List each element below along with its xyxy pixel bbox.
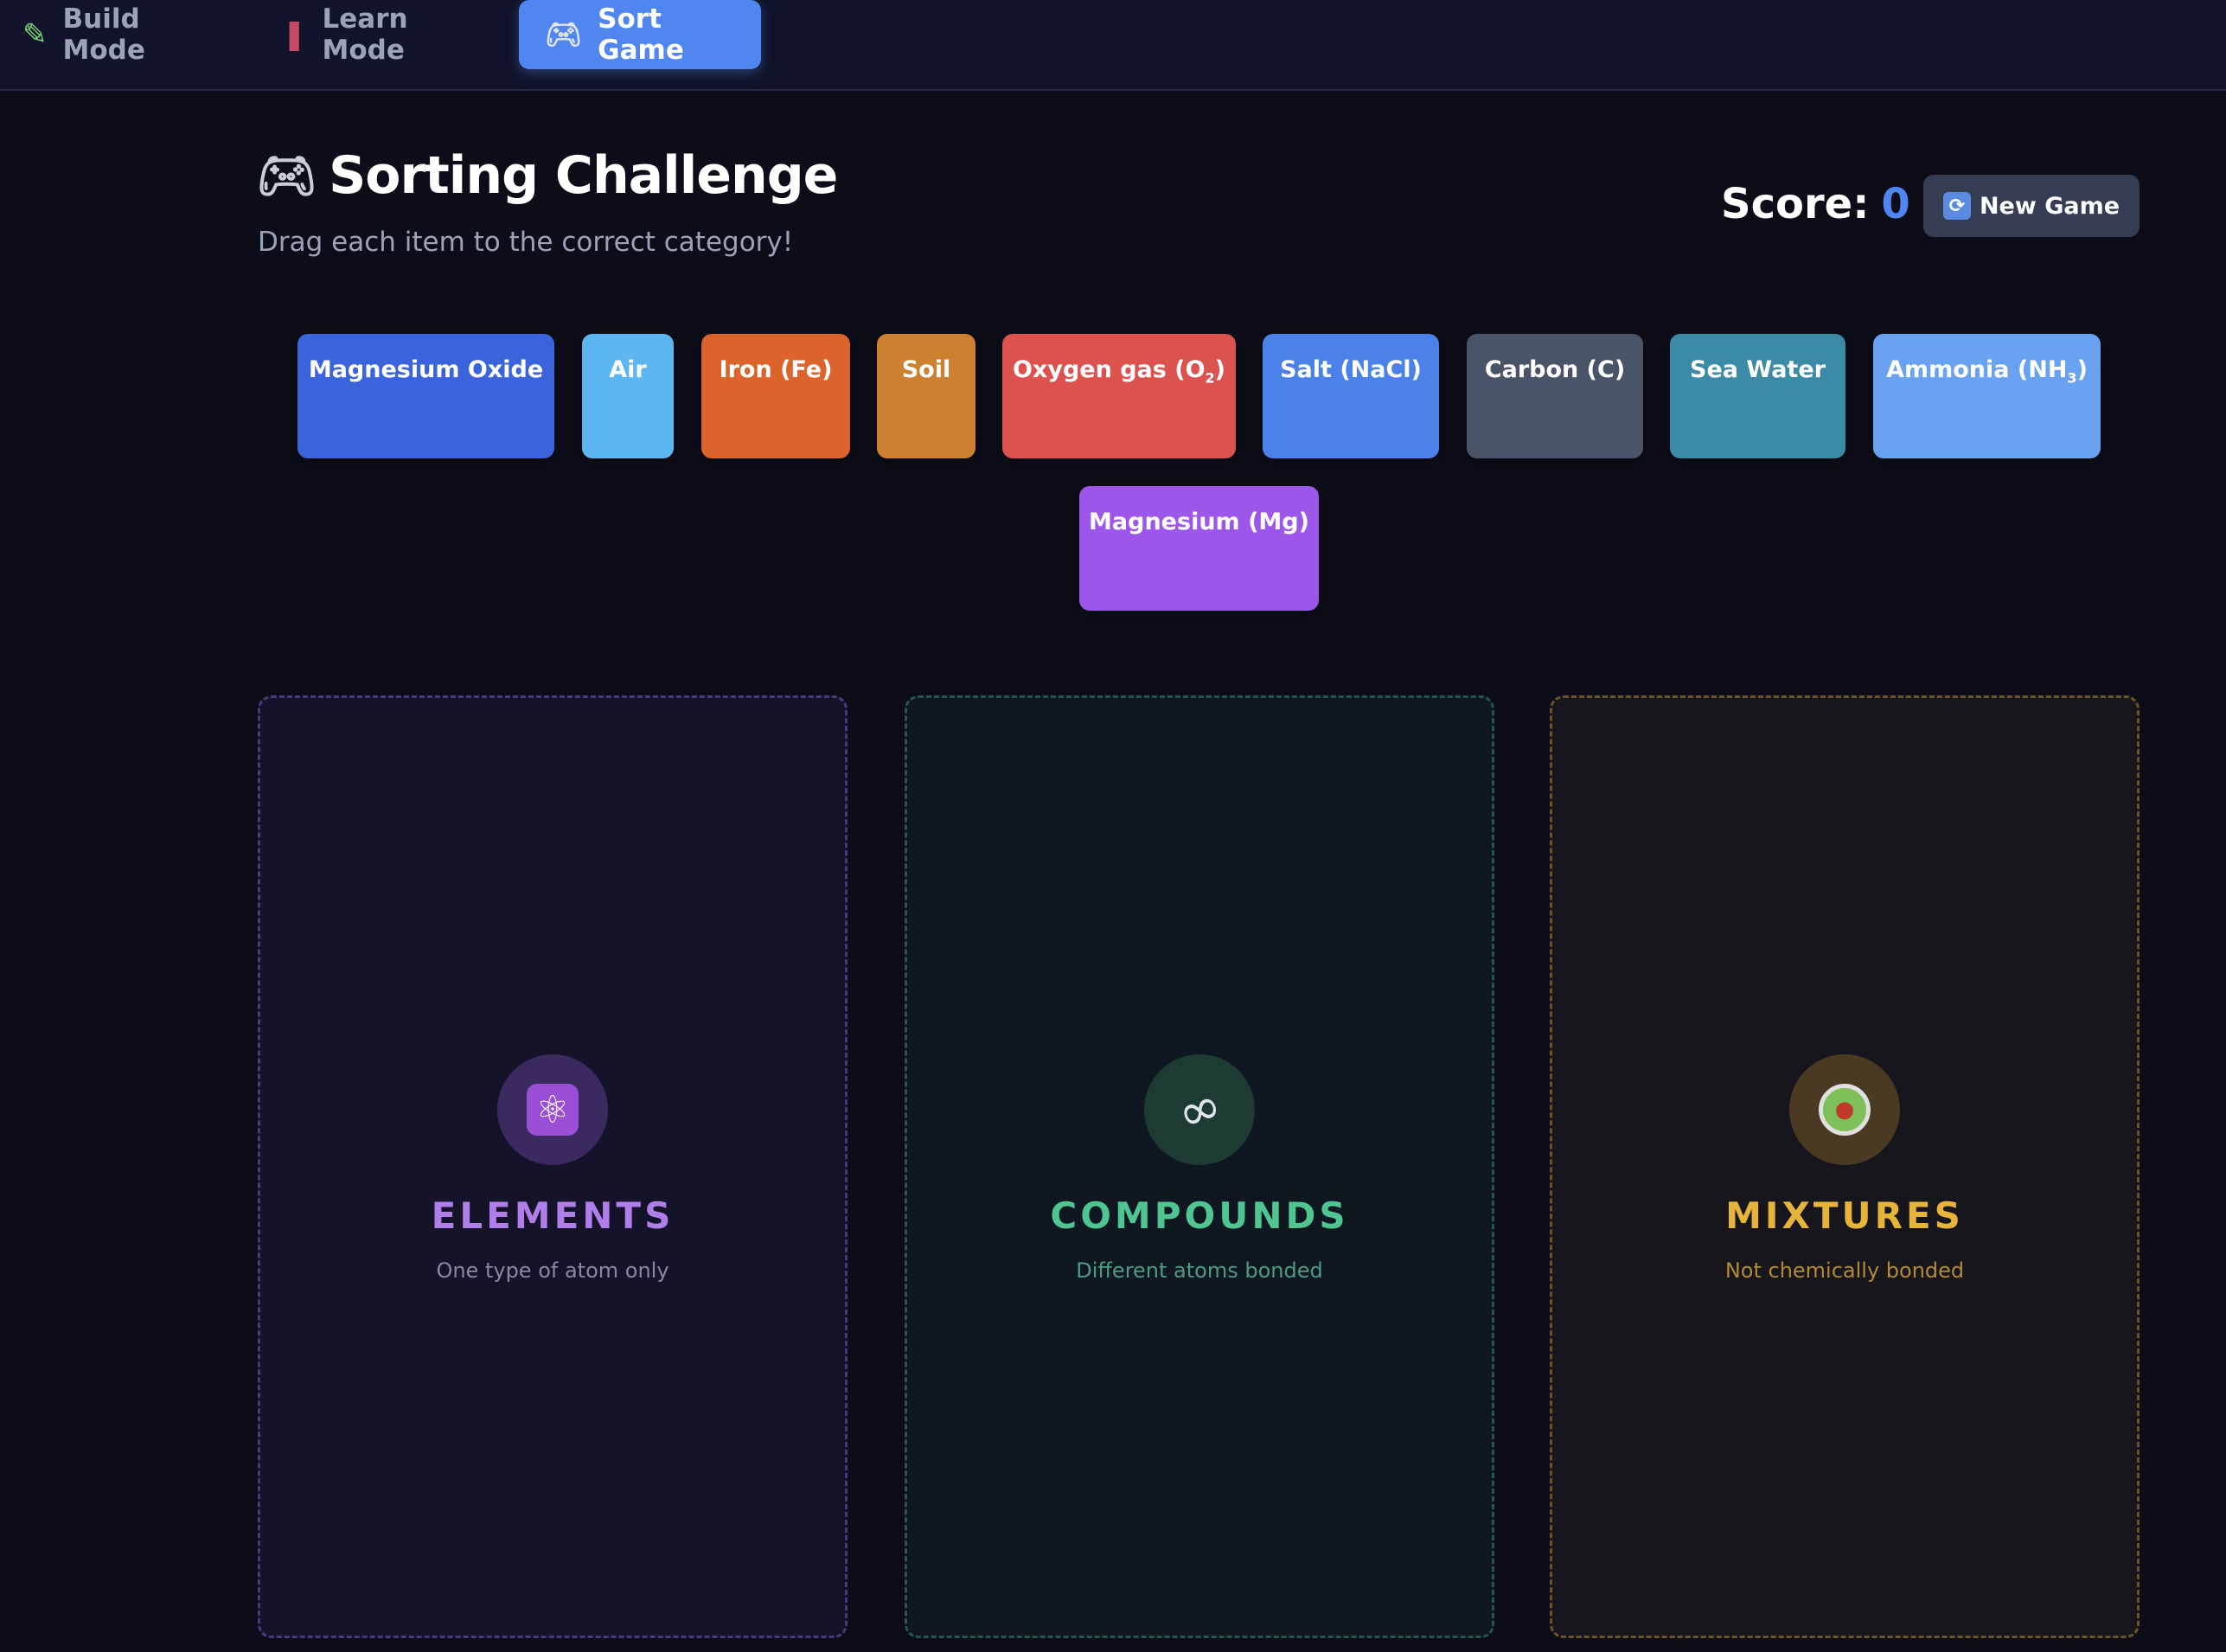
item-label: Salt (NaCl) [1280,356,1422,383]
item-salt[interactable]: Salt (NaCl) [1263,334,1439,458]
score-value: 0 [1881,180,1910,228]
zone-title: MIXTURES [1725,1194,1964,1237]
top-nav: ✎ Build Mode ❚ Learn Mode 🎮︎ Sort Game [0,0,2226,91]
dropzone-elements[interactable]: ⚛ ELEMENTS One type of atom only [258,695,848,1638]
tab-label: Learn Mode [322,3,408,66]
item-label-suffix: ) [2076,356,2088,383]
zone-icon-wrap: ∞ [1144,1054,1255,1165]
gamepad-icon: 🎮︎ [256,148,317,204]
new-game-label: New Game [1979,192,2120,220]
score-label: Score: [1721,180,1870,228]
dropzone-compounds[interactable]: ∞ COMPOUNDS Different atoms bonded [905,695,1494,1638]
item-label: Air [609,356,647,383]
item-label: Magnesium (Mg) [1089,509,1309,535]
item-soil[interactable]: Soil [877,334,975,458]
zone-description: One type of atom only [436,1258,669,1283]
link-icon: ∞ [1168,1073,1231,1146]
item-subscript: 3 [2067,369,2077,387]
tab-build-mode[interactable]: ✎ Build Mode [0,0,239,69]
item-label: Sea Water [1690,356,1826,383]
page-subtitle: Drag each item to the correct category! [258,227,794,258]
zone-icon-wrap: ● [1789,1054,1900,1165]
item-label: Iron (Fe) [719,356,833,383]
page-title: 🎮︎ Sorting Challenge [256,145,838,206]
item-label: Oxygen gas (O [1012,356,1206,383]
atom-icon: ⚛ [527,1084,579,1136]
item-label-suffix: ) [1214,356,1226,383]
item-iron[interactable]: Iron (Fe) [701,334,850,458]
item-air[interactable]: Air [582,334,674,458]
page-title-text: Sorting Challenge [329,145,838,206]
item-magnesium-oxide[interactable]: Magnesium Oxide [297,334,554,458]
gamepad-icon: 🎮︎ [545,17,583,52]
zone-description: Not chemically bonded [1724,1258,1965,1283]
item-ammonia[interactable]: Ammonia (NH3) [1873,334,2101,458]
item-subscript: 2 [1205,369,1215,387]
item-magnesium[interactable]: Magnesium (Mg) [1079,486,1319,611]
dropzone-mixtures[interactable]: ● MIXTURES Not chemically bonded [1550,695,2140,1638]
zone-icon-wrap: ⚛ [497,1054,608,1165]
item-sea-water[interactable]: Sea Water [1670,334,1845,458]
tab-label: Build Mode [62,3,145,66]
score-display: Score: 0 [1721,180,1910,228]
item-label: Carbon (C) [1484,356,1626,383]
refresh-icon: ⟳ [1942,192,1971,220]
new-game-button[interactable]: ⟳ New Game [1923,175,2140,237]
zone-title: COMPOUNDS [1050,1194,1349,1237]
item-label: Ammonia (NH [1886,356,2068,383]
item-label: Magnesium Oxide [308,356,544,383]
tab-label: Sort Game [598,3,684,66]
item-carbon[interactable]: Carbon (C) [1467,334,1643,458]
item-oxygen-gas[interactable]: Oxygen gas (O2) [1002,334,1236,458]
item-label: Soil [901,356,951,383]
book-icon: ❚ [282,17,307,52]
bowl-icon: ● [1819,1084,1871,1136]
pencil-icon: ✎ [22,17,48,52]
tab-learn-mode[interactable]: ❚ Learn Mode [256,0,507,69]
zone-description: Different atoms bonded [1076,1258,1323,1283]
tab-sort-game[interactable]: 🎮︎ Sort Game [519,0,761,69]
zone-title: ELEMENTS [431,1194,675,1237]
